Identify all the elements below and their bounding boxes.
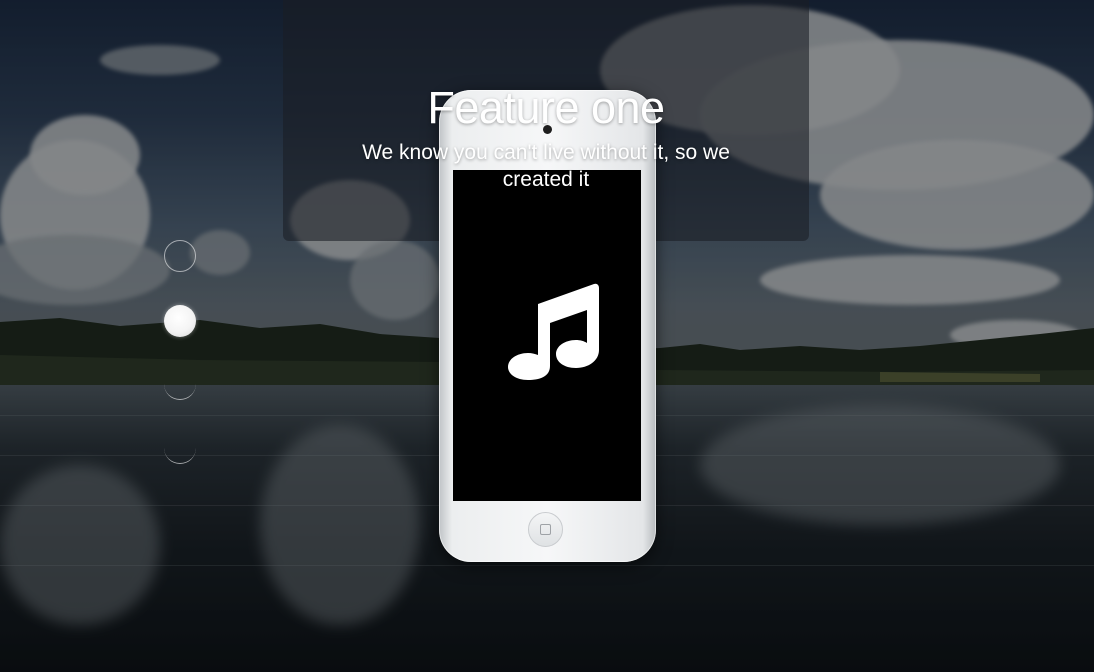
music-note-icon bbox=[508, 283, 599, 380]
pagination-dot-1[interactable] bbox=[164, 240, 196, 272]
pagination-dot-3[interactable] bbox=[164, 368, 196, 400]
phone-screen bbox=[453, 170, 641, 501]
slide-pagination bbox=[164, 0, 198, 672]
feature-subtitle: We know you can't live without it, so we… bbox=[362, 141, 730, 191]
hero-section: Feature one We know you can't live witho… bbox=[0, 0, 1094, 672]
feature-title: Feature one bbox=[427, 82, 665, 133]
pagination-dot-4[interactable] bbox=[164, 432, 196, 464]
home-button-square bbox=[540, 524, 551, 535]
pagination-dot-2-active[interactable] bbox=[164, 305, 196, 337]
phone-home-button bbox=[528, 512, 563, 547]
